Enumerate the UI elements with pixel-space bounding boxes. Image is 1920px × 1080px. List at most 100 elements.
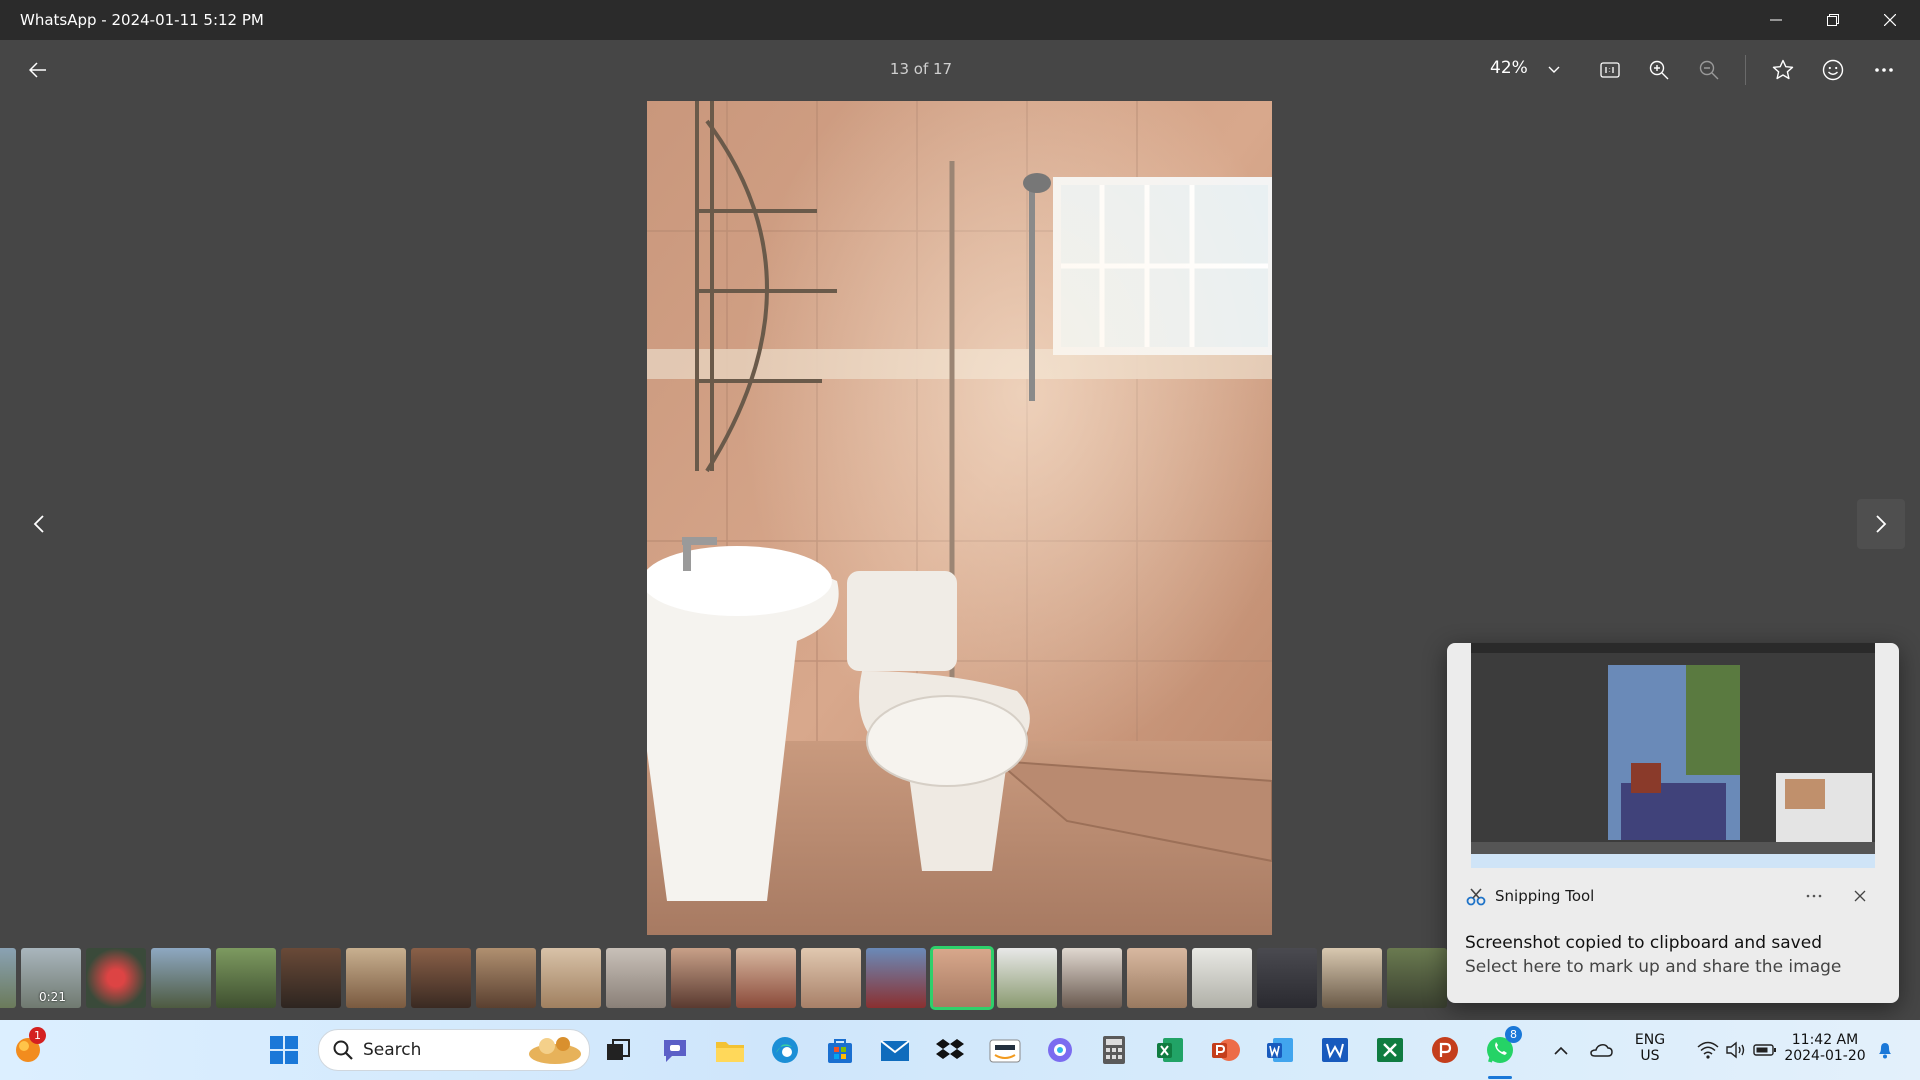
- restore-button[interactable]: [1805, 0, 1861, 40]
- filmstrip-thumbnail[interactable]: [1387, 948, 1447, 1008]
- taskbar-excel[interactable]: [1150, 1030, 1190, 1070]
- taskbar-search[interactable]: Search: [318, 1029, 590, 1071]
- windows-logo-icon: [270, 1036, 298, 1064]
- clock-date: 2024-01-20: [1784, 1048, 1866, 1064]
- filmstrip-thumbnail[interactable]: [736, 948, 796, 1008]
- zoom-out-button[interactable]: [1691, 52, 1727, 88]
- powerpoint-icon: [1212, 1039, 1240, 1061]
- store-icon: [828, 1039, 852, 1063]
- filmstrip-thumbnail[interactable]: [86, 948, 146, 1008]
- task-view-button[interactable]: [598, 1030, 638, 1070]
- taskbar-powerpoint-2[interactable]: [1425, 1030, 1465, 1070]
- zoom-dropdown-button[interactable]: [1536, 52, 1572, 88]
- chevron-down-icon: [1548, 66, 1560, 73]
- chat-icon: [664, 1040, 686, 1062]
- toolbar-divider: [1745, 55, 1746, 85]
- search-highlight-icon: [529, 1037, 581, 1064]
- more-options-button[interactable]: [1866, 52, 1902, 88]
- toast-close-button[interactable]: [1847, 885, 1873, 907]
- taskbar-excel-2[interactable]: [1370, 1030, 1410, 1070]
- taskbar-file-explorer[interactable]: [710, 1030, 750, 1070]
- actual-size-button[interactable]: [1592, 52, 1628, 88]
- ellipsis-icon: [1875, 68, 1893, 72]
- cloud-icon: [1590, 1044, 1613, 1057]
- zoom-level[interactable]: 42%: [1490, 58, 1528, 78]
- chevron-right-icon: [1876, 515, 1887, 533]
- bell-icon: [1879, 1043, 1891, 1059]
- filmstrip-thumbnail-selected[interactable]: [930, 946, 994, 1010]
- taskbar-dropbox[interactable]: [930, 1030, 970, 1070]
- react-button[interactable]: [1815, 52, 1851, 88]
- filmstrip-thumbnail[interactable]: [216, 948, 276, 1008]
- taskbar-amazon[interactable]: [985, 1030, 1025, 1070]
- notifications-button[interactable]: [1870, 1030, 1900, 1070]
- taskbar-whatsapp[interactable]: 8: [1480, 1026, 1522, 1070]
- filmstrip-thumbnail[interactable]: [606, 948, 666, 1008]
- word-icon: [1267, 1038, 1293, 1062]
- filmstrip-thumbnail[interactable]: [801, 948, 861, 1008]
- previous-image-button[interactable]: [15, 499, 63, 549]
- minimize-button[interactable]: [1748, 0, 1804, 40]
- zoom-out-icon: [1699, 60, 1719, 80]
- filmstrip-thumbnail[interactable]: [0, 948, 16, 1008]
- favorite-button[interactable]: [1765, 52, 1801, 88]
- language-indicator[interactable]: ENG US: [1628, 1032, 1672, 1064]
- filmstrip-thumbnail[interactable]: [346, 948, 406, 1008]
- widgets-button[interactable]: 1: [8, 1027, 48, 1070]
- search-placeholder: Search: [363, 1040, 422, 1060]
- chevron-up-icon: [1554, 1046, 1568, 1055]
- emoji-icon: [1822, 59, 1844, 81]
- copilot-icon: [1048, 1038, 1072, 1062]
- start-button[interactable]: [264, 1030, 304, 1070]
- onedrive-button[interactable]: [1584, 1030, 1618, 1070]
- restore-icon: [1827, 14, 1839, 26]
- quick-settings-button[interactable]: [1682, 1030, 1792, 1070]
- filmstrip-thumbnail[interactable]: [1322, 948, 1382, 1008]
- clock[interactable]: 11:42 AM 2024-01-20: [1782, 1032, 1868, 1064]
- taskbar-powerpoint[interactable]: [1205, 1030, 1245, 1070]
- zoom-in-icon: [1649, 60, 1669, 80]
- whatsapp-badge: 8: [1505, 1026, 1522, 1043]
- filmstrip-thumbnail[interactable]: [411, 948, 471, 1008]
- taskbar-mail[interactable]: [875, 1030, 915, 1070]
- edge-browser-icon: [772, 1037, 798, 1063]
- amazon-icon: [989, 1039, 1021, 1063]
- filmstrip-thumbnail[interactable]: [997, 948, 1057, 1008]
- toast-more-button[interactable]: [1801, 885, 1827, 907]
- taskbar-store[interactable]: [820, 1030, 860, 1070]
- keyboard-region: US: [1640, 1048, 1660, 1064]
- next-image-button[interactable]: [1857, 499, 1905, 549]
- filmstrip-thumbnail[interactable]: [1257, 948, 1317, 1008]
- filmstrip-video-thumbnail[interactable]: 0:21: [21, 948, 81, 1008]
- filmstrip-thumbnail[interactable]: [1127, 948, 1187, 1008]
- taskbar-edge[interactable]: [765, 1030, 805, 1070]
- taskbar: 1 Search 8 ENG US 11:42 AM 2024-01-20: [0, 1020, 1920, 1080]
- excel-icon: [1377, 1038, 1403, 1062]
- show-hidden-icons-button[interactable]: [1545, 1030, 1577, 1070]
- filmstrip-thumbnail[interactable]: [671, 948, 731, 1008]
- filmstrip-thumbnail[interactable]: [151, 948, 211, 1008]
- taskbar-word-2[interactable]: [1315, 1030, 1355, 1070]
- filmstrip-thumbnail[interactable]: [1192, 948, 1252, 1008]
- taskbar-copilot[interactable]: [1040, 1030, 1080, 1070]
- taskbar-calculator[interactable]: [1094, 1030, 1134, 1070]
- filmstrip-thumbnail[interactable]: [541, 948, 601, 1008]
- powerpoint-icon: [1432, 1037, 1458, 1063]
- active-app-indicator: [1488, 1076, 1512, 1079]
- zoom-in-button[interactable]: [1641, 52, 1677, 88]
- actual-size-icon: [1600, 62, 1620, 78]
- toast-subtitle: Select here to mark up and share the ima…: [1465, 957, 1842, 977]
- filmstrip-thumbnail[interactable]: [476, 948, 536, 1008]
- window-title: WhatsApp - 2024-01-11 5:12 PM: [20, 11, 264, 29]
- filmstrip-thumbnail[interactable]: [1062, 948, 1122, 1008]
- close-button[interactable]: [1862, 0, 1918, 40]
- volume-icon: [1726, 1041, 1745, 1059]
- snipping-tool-notification[interactable]: Snipping Tool Screenshot copied to clipb…: [1447, 643, 1899, 1003]
- filmstrip-thumbnail[interactable]: [281, 948, 341, 1008]
- taskbar-teams-chat[interactable]: [655, 1030, 695, 1070]
- screenshot-preview[interactable]: [1471, 643, 1875, 868]
- filmstrip-thumbnail[interactable]: [866, 948, 926, 1008]
- task-view-icon: [607, 1039, 630, 1060]
- taskbar-word[interactable]: [1260, 1030, 1300, 1070]
- ellipsis-icon: [1806, 894, 1822, 898]
